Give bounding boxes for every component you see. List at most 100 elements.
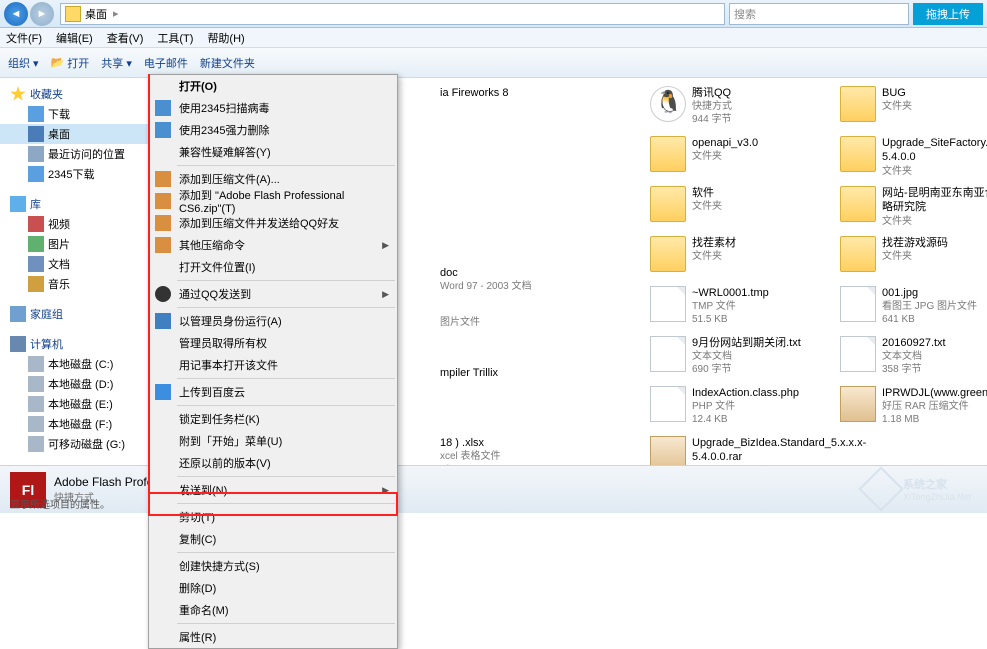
cm-admin-own[interactable]: 管理员取得所有权 bbox=[149, 332, 397, 354]
folder-icon bbox=[840, 136, 876, 172]
folder-icon bbox=[840, 186, 876, 222]
submenu-arrow-icon: ▶ bbox=[382, 240, 389, 251]
file-item[interactable]: IPRWDJL(www.greenxf.com).rar好压 RAR 压缩文件1… bbox=[840, 386, 987, 430]
file-item[interactable]: 找茬素材文件夹 bbox=[650, 236, 830, 280]
toolbar-share[interactable]: 共享 ▾ bbox=[101, 55, 132, 71]
cm-properties[interactable]: 属性(R) bbox=[149, 626, 397, 648]
sidebar-homegroup[interactable]: 家庭组 bbox=[0, 304, 159, 324]
file-icon bbox=[650, 386, 686, 422]
cm-delete-2345[interactable]: 使用2345强力删除 bbox=[149, 119, 397, 141]
file-item[interactable]: 网站-昆明南亚东南亚合作战略研究院文件夹 bbox=[840, 186, 987, 230]
submenu-arrow-icon: ▶ bbox=[382, 289, 389, 300]
sidebar-libraries[interactable]: 库 bbox=[0, 194, 159, 214]
cm-rename[interactable]: 重命名(M) bbox=[149, 599, 397, 621]
file-item[interactable]: 找茬游戏源码文件夹 bbox=[840, 236, 987, 280]
toolbar-open[interactable]: 📂 打开 bbox=[51, 55, 90, 71]
file-item[interactable]: docWord 97 - 2003 文档 bbox=[440, 266, 640, 310]
sidebar-item-downloads[interactable]: 下载 bbox=[0, 104, 159, 124]
file-item[interactable]: mpiler Trillix bbox=[440, 366, 640, 410]
breadcrumb-location[interactable]: 桌面 bbox=[85, 6, 107, 22]
sidebar-item-recent[interactable]: 最近访问的位置 bbox=[0, 144, 159, 164]
cm-baidu[interactable]: 上传到百度云 bbox=[149, 381, 397, 403]
file-item[interactable]: 9月份网站到期关闭.txt文本文档690 字节 bbox=[650, 336, 830, 380]
cm-pin-taskbar[interactable]: 锁定到任务栏(K) bbox=[149, 408, 397, 430]
cm-pin-start[interactable]: 附到「开始」菜单(U) bbox=[149, 430, 397, 452]
toolbar-newfolder[interactable]: 新建文件夹 bbox=[200, 55, 255, 71]
file-item[interactable]: IndexAction.class.phpPHP 文件12.4 KB bbox=[650, 386, 830, 430]
sidebar-computer[interactable]: 计算机 bbox=[0, 334, 159, 354]
file-item[interactable]: 20160927.txt文本文档358 字节 bbox=[840, 336, 987, 380]
file-meta: 好压 RAR 压缩文件 bbox=[882, 400, 987, 413]
menu-help[interactable]: 帮助(H) bbox=[207, 30, 244, 46]
cm-compat[interactable]: 兼容性疑难解答(Y) bbox=[149, 141, 397, 163]
submenu-arrow-icon: ▶ bbox=[382, 485, 389, 496]
upload-button[interactable]: 拖拽上传 bbox=[913, 3, 983, 25]
search-placeholder: 搜索 bbox=[734, 6, 756, 22]
menu-edit[interactable]: 编辑(E) bbox=[56, 30, 93, 46]
sidebar-disk-f[interactable]: 本地磁盘 (F:) bbox=[0, 414, 159, 434]
sidebar-disk-e[interactable]: 本地磁盘 (E:) bbox=[0, 394, 159, 414]
sidebar-favorites[interactable]: 收藏夹 bbox=[0, 84, 159, 104]
file-name: openapi_v3.0 bbox=[692, 136, 758, 150]
menu-view[interactable]: 查看(V) bbox=[107, 30, 144, 46]
file-item[interactable]: ~WRL0001.tmpTMP 文件51.5 KB bbox=[650, 286, 830, 330]
search-input[interactable]: 搜索 bbox=[729, 3, 909, 25]
archive-icon bbox=[155, 171, 171, 187]
sidebar-item-desktop[interactable]: 桌面 bbox=[0, 124, 159, 144]
cm-qq-send[interactable]: 通过QQ发送到▶ bbox=[149, 283, 397, 305]
cm-shortcut[interactable]: 创建快捷方式(S) bbox=[149, 555, 397, 577]
file-meta: 1.18 MB bbox=[882, 413, 987, 426]
file-item[interactable]: Upgrade_SiteFactory.Standard_5.x.x.x-5.4… bbox=[840, 136, 987, 180]
sidebar-item-videos[interactable]: 视频 bbox=[0, 214, 159, 234]
sidebar-item-2345[interactable]: 2345下载 bbox=[0, 164, 159, 184]
cm-restore[interactable]: 还原以前的版本(V) bbox=[149, 452, 397, 474]
menu-file[interactable]: 文件(F) bbox=[6, 30, 42, 46]
file-item[interactable]: ia Fireworks 8 bbox=[440, 86, 640, 130]
address-bar[interactable]: 桌面 ▸ bbox=[60, 3, 725, 25]
cm-delete[interactable]: 删除(D) bbox=[149, 577, 397, 599]
recent-icon bbox=[28, 146, 44, 162]
cm-send-to[interactable]: 发送到(N)▶ bbox=[149, 479, 397, 501]
cm-cut[interactable]: 剪切(T) bbox=[149, 506, 397, 528]
file-item[interactable]: 图片文件 bbox=[440, 316, 640, 360]
folder-icon bbox=[840, 86, 876, 122]
file-name: 网站-昆明南亚东南亚合作战略研究院 bbox=[882, 186, 987, 215]
sidebar: 收藏夹 下载 桌面 最近访问的位置 2345下载 库 视频 图片 文档 音乐 家… bbox=[0, 78, 160, 483]
file-name: 腾讯QQ bbox=[692, 86, 732, 100]
file-item[interactable]: 软件文件夹 bbox=[650, 186, 830, 230]
annotation-line bbox=[148, 74, 150, 494]
file-name: 9月份网站到期关闭.txt bbox=[692, 336, 801, 350]
sidebar-disk-c[interactable]: 本地磁盘 (C:) bbox=[0, 354, 159, 374]
cm-open[interactable]: 打开(O) bbox=[149, 75, 397, 97]
computer-icon bbox=[10, 336, 26, 352]
cm-copy[interactable]: 复制(C) bbox=[149, 528, 397, 550]
file-item[interactable]: 腾讯QQ快捷方式944 字节 bbox=[650, 86, 830, 130]
sidebar-item-documents[interactable]: 文档 bbox=[0, 254, 159, 274]
cm-open-location[interactable]: 打开文件位置(I) bbox=[149, 256, 397, 278]
menu-tools[interactable]: 工具(T) bbox=[157, 30, 193, 46]
file-item[interactable]: openapi_v3.0文件夹 bbox=[650, 136, 830, 180]
nav-back-button[interactable]: ◄ bbox=[4, 2, 28, 26]
cm-add-zip-qq[interactable]: 添加到压缩文件并发送给QQ好友 bbox=[149, 212, 397, 234]
toolbar-organize[interactable]: 组织 ▾ bbox=[8, 55, 39, 71]
sidebar-item-pictures[interactable]: 图片 bbox=[0, 234, 159, 254]
file-item[interactable]: BUG文件夹 bbox=[840, 86, 987, 130]
cm-run-admin[interactable]: 以管理员身份运行(A) bbox=[149, 310, 397, 332]
sidebar-disk-g[interactable]: 可移动磁盘 (G:) bbox=[0, 434, 159, 454]
menu-bar: 文件(F) 编辑(E) 查看(V) 工具(T) 帮助(H) bbox=[0, 28, 987, 48]
file-meta: 文件夹 bbox=[882, 250, 948, 263]
file-meta: 944 字节 bbox=[692, 113, 732, 126]
sidebar-disk-d[interactable]: 本地磁盘 (D:) bbox=[0, 374, 159, 394]
cm-other-zip[interactable]: 其他压缩命令▶ bbox=[149, 234, 397, 256]
archive-icon bbox=[155, 193, 171, 209]
cm-scan-2345[interactable]: 使用2345扫描病毒 bbox=[149, 97, 397, 119]
nav-forward-button[interactable]: ► bbox=[30, 2, 54, 26]
cm-notepad[interactable]: 用记事本打开该文件 bbox=[149, 354, 397, 376]
file-meta: 文本文档 bbox=[882, 350, 946, 363]
file-name: 001.jpg bbox=[882, 286, 977, 300]
cm-add-zip-name[interactable]: 添加到 "Adobe Flash Professional CS6.zip"(T… bbox=[149, 190, 397, 212]
sidebar-item-music[interactable]: 音乐 bbox=[0, 274, 159, 294]
file-meta: 文本文档 bbox=[692, 350, 801, 363]
toolbar-email[interactable]: 电子邮件 bbox=[144, 55, 188, 71]
file-item[interactable]: 001.jpg看图王 JPG 图片文件641 KB bbox=[840, 286, 987, 330]
